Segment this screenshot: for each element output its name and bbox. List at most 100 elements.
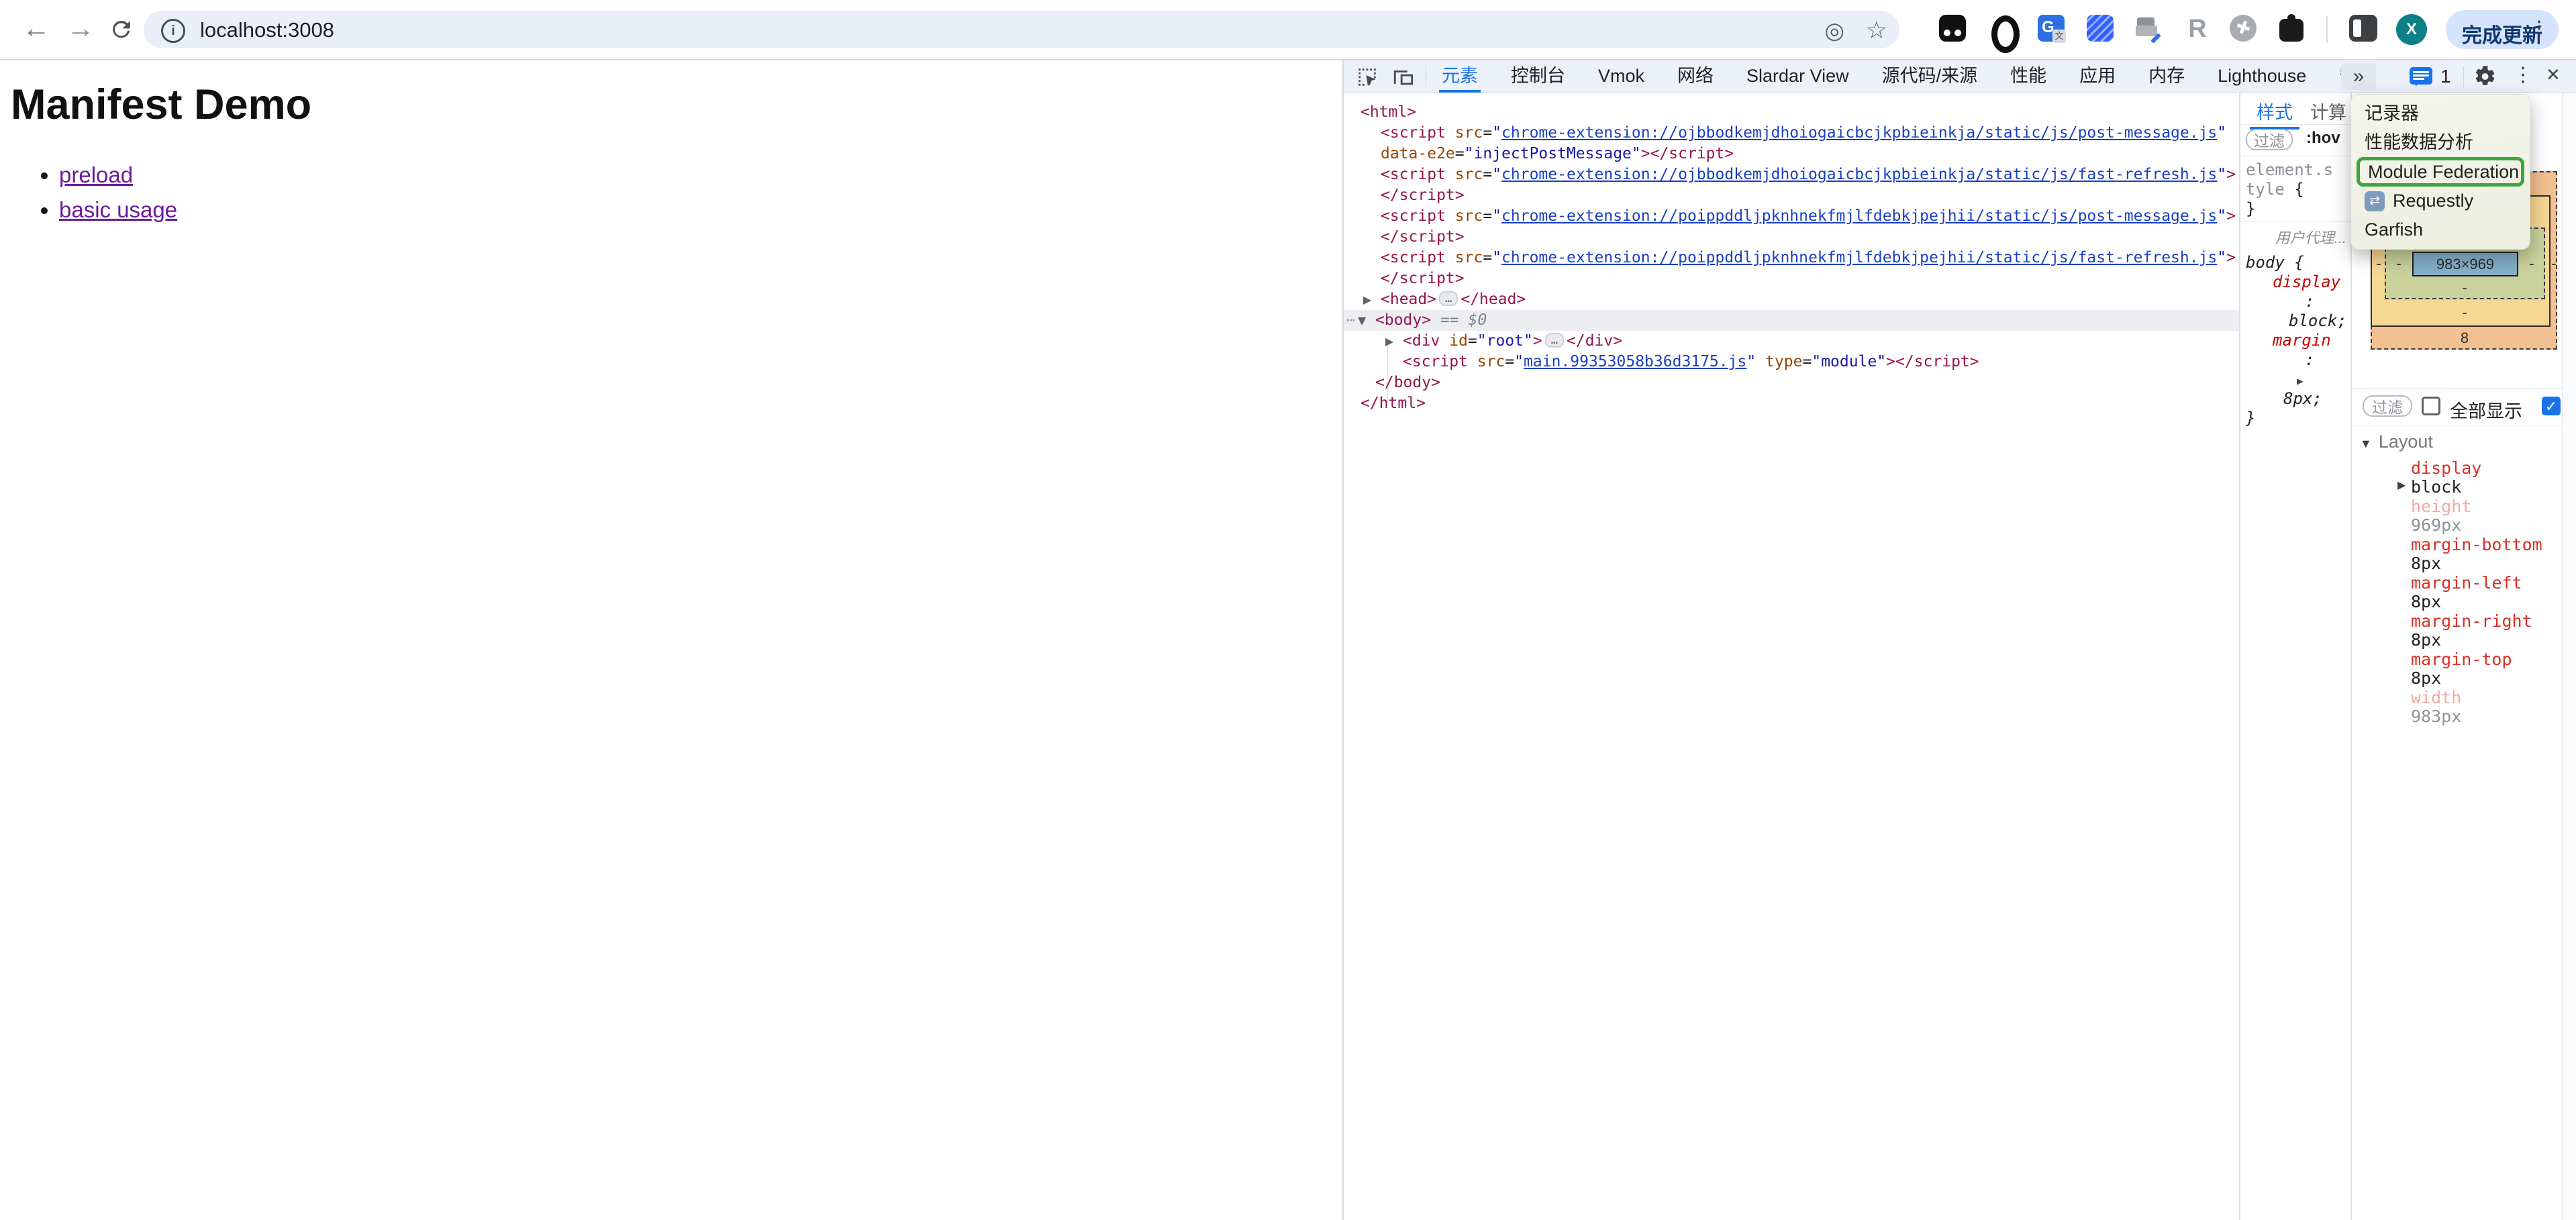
- css-line[interactable]: block;: [2240, 311, 2350, 331]
- sidebar-panel-icon[interactable]: [2349, 15, 2379, 44]
- update-chrome-button[interactable]: 完成更新 ⋮: [2446, 10, 2559, 49]
- resource-link[interactable]: chrome-extension://ojbbodkemjdhoiogaicbc…: [1501, 166, 2217, 183]
- css-line[interactable]: :: [2240, 292, 2350, 311]
- css-line[interactable]: ▶: [2240, 370, 2350, 389]
- extension-two-dots-icon[interactable]: [1939, 15, 1969, 44]
- layout-group-header[interactable]: ▼Layout: [2352, 431, 2433, 452]
- element-style-block[interactable]: element.style {}: [2240, 156, 2350, 219]
- dom-tree-line[interactable]: data-e2e="injectPostMessage"></script>: [1344, 144, 2239, 164]
- extension-printer-icon[interactable]: [2134, 15, 2164, 44]
- back-icon[interactable]: ←: [19, 12, 54, 44]
- css-token: {: [2285, 180, 2304, 199]
- devtools-menu-kebab-icon[interactable]: ⋮: [2513, 63, 2533, 87]
- menu-item-性能数据分析[interactable]: 性能数据分析: [2351, 128, 2530, 157]
- dom-tree-line[interactable]: </script>: [1344, 227, 2239, 248]
- extensions-puzzle-icon[interactable]: [2279, 15, 2309, 44]
- profile-avatar[interactable]: X: [2396, 14, 2427, 45]
- browser-menu-kebab-icon[interactable]: ⋮: [2529, 17, 2549, 40]
- extension-r-icon[interactable]: R: [2183, 15, 2212, 44]
- computed-property-display[interactable]: displayblock▶: [2352, 458, 2562, 497]
- devtools-tab-源代码/来源[interactable]: 源代码/来源: [1882, 60, 1978, 93]
- menu-item-Requestly[interactable]: ⇄Requestly: [2351, 187, 2530, 215]
- box-model-content[interactable]: 983×969: [2412, 252, 2518, 276]
- computed-property-margin-left[interactable]: margin-left8px: [2352, 573, 2562, 611]
- devtools-tab-Lighthouse[interactable]: Lighthouse: [2218, 60, 2306, 93]
- dom-tree-line[interactable]: ▶<head>…</head>: [1344, 289, 2239, 310]
- css-line[interactable]: margin: [2240, 331, 2350, 350]
- css-line[interactable]: body {: [2240, 253, 2350, 272]
- expand-icon[interactable]: ▶: [2397, 478, 2406, 491]
- computed-property-height[interactable]: height969px: [2352, 497, 2562, 535]
- url-text[interactable]: localhost:3008: [200, 18, 334, 42]
- computed-filter-input[interactable]: 过滤: [2363, 395, 2412, 417]
- forward-icon[interactable]: →: [63, 12, 98, 44]
- resource-link[interactable]: chrome-extension://ojbbodkemjdhoiogaicbc…: [1501, 124, 2217, 142]
- computed-property-width[interactable]: width983px: [2352, 688, 2562, 726]
- body-rule-block[interactable]: body {display:block;margin:▶8px;}: [2240, 249, 2350, 428]
- more-actions-icon[interactable]: ⋯: [1346, 310, 1354, 331]
- menu-item-Module Federation[interactable]: Module Federation: [2357, 157, 2524, 187]
- css-line[interactable]: element.s: [2240, 160, 2350, 180]
- settings-gear-icon[interactable]: [2474, 65, 2497, 88]
- computed-property-margin-right[interactable]: margin-right8px: [2352, 611, 2562, 650]
- dom-tree-line[interactable]: </html>: [1344, 393, 2239, 414]
- preview-eye-icon[interactable]: ◎: [1824, 17, 1844, 44]
- expand-icon[interactable]: ▶: [1363, 289, 1371, 310]
- address-bar[interactable]: i localhost:3008 ◎ ☆: [144, 11, 1899, 48]
- tab-styles[interactable]: 样式: [2257, 98, 2293, 124]
- computed-property-margin-top[interactable]: margin-top8px: [2352, 650, 2562, 688]
- devtools-tab-网络[interactable]: 网络: [1677, 60, 1714, 93]
- dom-tree-line[interactable]: <script src="chrome-extension://poippddl…: [1344, 248, 2239, 268]
- dom-tree-line[interactable]: </body>: [1344, 372, 2239, 393]
- resource-link[interactable]: chrome-extension://poippddljpknhnekfmjlf…: [1501, 207, 2217, 225]
- inspect-element-icon[interactable]: [1356, 66, 1379, 89]
- dom-tree-line[interactable]: <script src="chrome-extension://poippddl…: [1344, 206, 2239, 227]
- css-line[interactable]: }: [2240, 409, 2350, 428]
- devtools-close-icon[interactable]: ×: [2546, 62, 2560, 88]
- dom-tree-line[interactable]: ⋯▼<body> == $0: [1344, 310, 2239, 331]
- device-toolbar-icon[interactable]: [1392, 66, 1415, 89]
- devtools-tab-控制台[interactable]: 控制台: [1511, 60, 1565, 93]
- css-line[interactable]: 8px;: [2240, 389, 2350, 409]
- css-line[interactable]: tyle {: [2240, 180, 2350, 199]
- menu-item-记录器[interactable]: 记录器: [2351, 99, 2530, 128]
- dom-tree-line[interactable]: </script>: [1344, 268, 2239, 289]
- pseudo-state-toggle[interactable]: :hov: [2306, 129, 2340, 148]
- reload-icon[interactable]: [109, 17, 134, 42]
- css-line[interactable]: :: [2240, 350, 2350, 370]
- extension-ring-icon[interactable]: [1991, 15, 2020, 44]
- devtools-tab-Slardar View[interactable]: Slardar View: [1746, 60, 1849, 93]
- extension-translate-icon[interactable]: G 文: [2038, 15, 2067, 44]
- devtools-tab-应用[interactable]: 应用: [2079, 60, 2116, 93]
- show-all-checkbox[interactable]: [2422, 397, 2440, 415]
- resource-link[interactable]: main.99353058b36d3175.js: [1524, 353, 1746, 370]
- site-info-icon[interactable]: i: [161, 19, 185, 43]
- devtools-tab-内存[interactable]: 内存: [2148, 60, 2185, 93]
- dom-tree-line[interactable]: </script>: [1344, 185, 2239, 206]
- collapse-icon[interactable]: ▼: [1358, 310, 1366, 331]
- dom-tree-line[interactable]: <script src="main.99353058b36d3175.js" t…: [1344, 352, 2239, 372]
- extension-hatch-icon[interactable]: [2087, 15, 2116, 44]
- tab-computed[interactable]: 计算: [2310, 98, 2346, 124]
- bookmark-star-icon[interactable]: ☆: [1866, 16, 1887, 44]
- dom-tree-line[interactable]: <script src="chrome-extension://ojbbodke…: [1344, 164, 2239, 185]
- devtools-tab-性能[interactable]: 性能: [2010, 60, 2046, 93]
- page-link-preload[interactable]: preload: [59, 162, 133, 187]
- resource-link[interactable]: chrome-extension://poippddljpknhnekfmjlf…: [1501, 249, 2217, 266]
- expand-icon[interactable]: ▶: [1385, 331, 1393, 352]
- menu-item-Garfish[interactable]: Garfish: [2351, 215, 2530, 244]
- page-link-basic-usage[interactable]: basic usage: [59, 197, 177, 222]
- devtools-tab-元素[interactable]: 元素: [1442, 60, 1478, 93]
- dom-tree-line[interactable]: <script src="chrome-extension://ojbbodke…: [1344, 123, 2239, 144]
- dom-tree-line[interactable]: <html>: [1344, 102, 2239, 123]
- dom-tree-line[interactable]: ▶<div id="root">…</div>: [1344, 331, 2239, 352]
- extension-pinwheel-icon[interactable]: ✚: [2230, 15, 2259, 44]
- styles-filter-input[interactable]: 过滤: [2246, 129, 2293, 150]
- scrollbar-gutter[interactable]: [2562, 93, 2576, 1220]
- css-line[interactable]: display: [2240, 272, 2350, 292]
- computed-property-margin-bottom[interactable]: margin-bottom8px: [2352, 535, 2562, 573]
- css-line[interactable]: }: [2240, 199, 2350, 219]
- more-tabs-button[interactable]: »: [2341, 63, 2376, 90]
- group-checkbox[interactable]: ✓: [2542, 397, 2561, 415]
- devtools-tab-Vmok[interactable]: Vmok: [1598, 60, 1644, 93]
